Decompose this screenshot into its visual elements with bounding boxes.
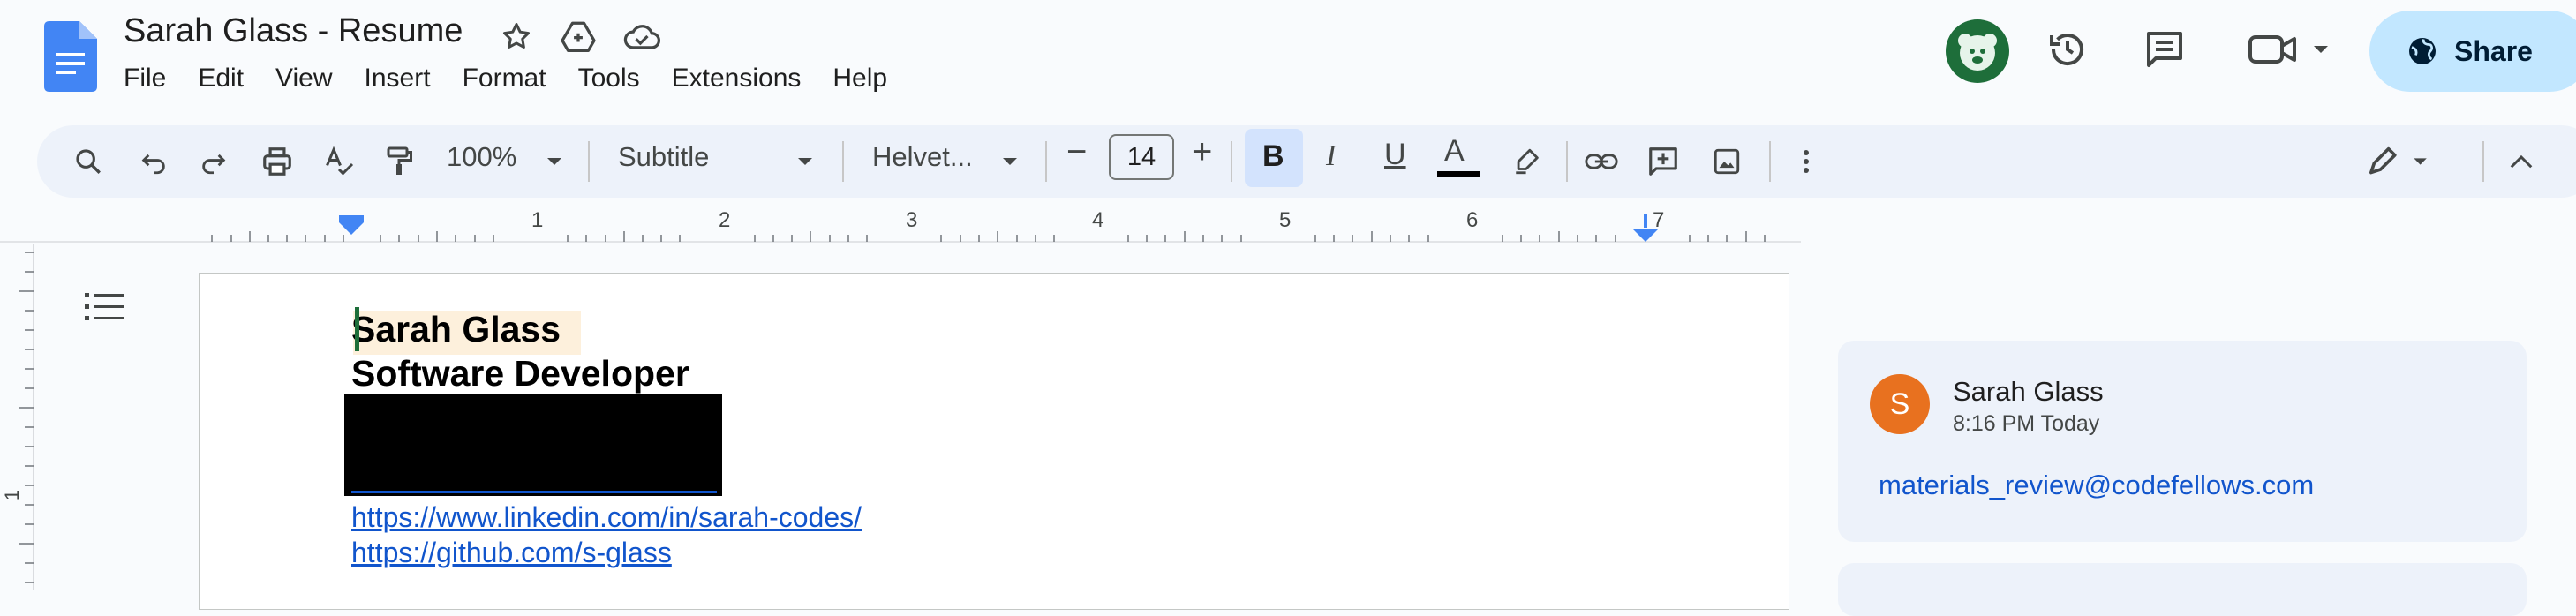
toolbar-divider [2482, 141, 2484, 182]
text-color-button[interactable]: A [1444, 134, 1465, 169]
insert-image-icon[interactable] [1700, 134, 1753, 189]
undo-icon[interactable] [127, 134, 180, 189]
toolbar-divider [842, 141, 844, 182]
style-dropdown-icon[interactable] [789, 134, 821, 189]
menu-file[interactable]: File [124, 64, 166, 94]
more-options-icon[interactable] [1780, 134, 1833, 189]
comment-body[interactable]: materials_review@codefellows.com [1879, 470, 2314, 501]
comment-author-avatar: S [1870, 374, 1930, 434]
font-family-select[interactable]: Helvet... [872, 141, 973, 173]
globe-icon [2409, 38, 2436, 64]
text-color-swatch [1437, 171, 1480, 177]
menu-extensions[interactable]: Extensions [672, 64, 802, 94]
ruler-number: 7 [1653, 208, 1665, 232]
collapse-toolbar-icon[interactable] [2495, 134, 2548, 189]
star-icon[interactable] [496, 16, 537, 56]
menu-edit[interactable]: Edit [198, 64, 244, 94]
share-label: Share [2454, 34, 2533, 67]
menu-format[interactable]: Format [463, 64, 546, 94]
zoom-value[interactable]: 100% [447, 141, 516, 173]
add-comment-icon[interactable] [1637, 134, 1690, 189]
ruler-number: 4 [1092, 208, 1104, 232]
font-dropdown-icon[interactable] [994, 134, 1026, 189]
editing-mode-icon[interactable] [2366, 134, 2437, 189]
cloud-icon[interactable] [621, 16, 662, 56]
comment-card[interactable] [1838, 563, 2527, 616]
menu-bar: File Edit View Insert Format Tools Exten… [124, 64, 919, 94]
ruler-number: 6 [1466, 208, 1479, 232]
docs-logo-icon[interactable] [44, 21, 97, 92]
toolbar-divider [1045, 141, 1047, 182]
linkedin-link[interactable]: https://www.linkedin.com/in/sarah-codes/ [351, 501, 862, 534]
font-size-input[interactable]: 14 [1109, 134, 1174, 180]
comment-card[interactable] [1838, 341, 2527, 542]
drive-icon[interactable] [558, 16, 599, 56]
toolbar-divider [588, 141, 590, 182]
comment-author: Sarah Glass [1953, 376, 2104, 407]
text-cursor [355, 307, 359, 351]
menu-tools[interactable]: Tools [578, 64, 640, 94]
toolbar-divider [1231, 141, 1232, 182]
increase-font-size-button[interactable]: + [1192, 132, 1212, 172]
ruler-number: 2 [719, 208, 731, 232]
vertical-ruler-number: 1 [1, 489, 24, 501]
zoom-dropdown-icon[interactable] [539, 134, 570, 189]
decrease-font-size-button[interactable]: − [1066, 132, 1087, 172]
paint-format-icon[interactable] [373, 134, 426, 189]
menu-insert[interactable]: Insert [365, 64, 431, 94]
share-button[interactable]: Share [2369, 11, 2576, 92]
vertical-ruler[interactable] [0, 244, 35, 590]
italic-button[interactable]: I [1326, 139, 1336, 173]
hidden-link-underline [351, 491, 717, 493]
menu-help[interactable]: Help [832, 64, 887, 94]
ruler-number: 3 [906, 208, 918, 232]
resume-name[interactable]: Sarah Glass [351, 309, 561, 350]
video-icon[interactable] [2242, 18, 2339, 81]
ruler-numbers: 1 2 3 4 5 6 7 [0, 208, 1801, 235]
search-menus-icon[interactable] [62, 134, 115, 189]
comment-icon[interactable] [2136, 18, 2193, 81]
link-icon[interactable] [1575, 134, 1628, 189]
comment-timestamp: 8:16 PM Today [1953, 411, 2100, 436]
bold-label: B [1262, 139, 1284, 173]
highlight-icon[interactable] [1501, 134, 1554, 189]
resume-role[interactable]: Software Developer [351, 353, 689, 394]
account-avatar[interactable] [1946, 19, 2009, 83]
github-link[interactable]: https://github.com/s-glass [351, 537, 672, 569]
ruler-number: 5 [1279, 208, 1292, 232]
document-title[interactable]: Sarah Glass - Resume [124, 12, 463, 50]
menu-view[interactable]: View [275, 64, 332, 94]
underline-button[interactable]: U [1384, 138, 1406, 172]
redo-icon[interactable] [187, 134, 240, 189]
toolbar-divider [1769, 141, 1771, 182]
history-icon[interactable] [2039, 18, 2096, 81]
spellcheck-icon[interactable] [313, 134, 365, 189]
ruler-number: 1 [531, 208, 544, 232]
toolbar-divider [1566, 141, 1568, 182]
redacted-block [344, 394, 722, 496]
print-icon[interactable] [251, 134, 304, 189]
paragraph-style-select[interactable]: Subtitle [618, 141, 709, 173]
document-outline-icon[interactable] [85, 291, 124, 323]
